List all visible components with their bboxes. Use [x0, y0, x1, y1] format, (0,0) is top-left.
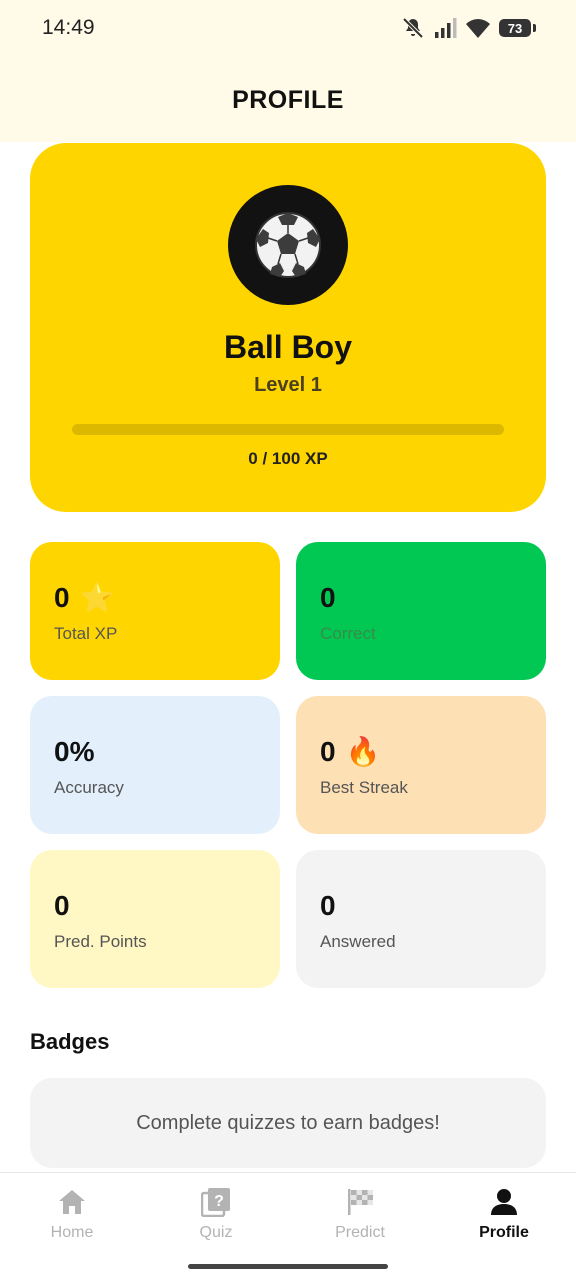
home-indicator	[188, 1264, 388, 1269]
status-bar: 14:49 73	[0, 0, 576, 60]
nav-item-profile[interactable]: Profile	[432, 1173, 576, 1253]
stat-value-text: 0%	[54, 736, 95, 767]
stat-card-total-xp: 0 ⭐ Total XP	[30, 542, 280, 680]
stat-value-text: 0	[320, 582, 336, 613]
stat-value-text: 0	[54, 582, 70, 613]
stat-value-text: 0	[54, 890, 70, 921]
stat-value: 0 ⭐	[54, 582, 114, 614]
nav-label: Profile	[479, 1224, 529, 1241]
page-title: PROFILE	[232, 86, 344, 114]
nav-label: Home	[50, 1224, 94, 1241]
stat-value: 0	[54, 890, 70, 922]
quiz-icon: ?	[201, 1188, 230, 1217]
profile-level: Level 1	[254, 374, 322, 396]
status-icons: 73	[401, 14, 536, 42]
status-time: 14:49	[42, 16, 95, 39]
stat-card-correct: 0 Correct	[296, 542, 546, 680]
nav-label: Quiz	[199, 1224, 233, 1241]
stat-value-text: 0	[320, 736, 336, 767]
stat-card-pred-points: 0 Pred. Points	[30, 850, 280, 988]
svg-text:?: ?	[214, 1193, 224, 1210]
stat-card-accuracy: 0% Accuracy	[30, 696, 280, 834]
nav-item-home[interactable]: Home	[0, 1173, 144, 1253]
battery-level: 73	[499, 19, 531, 37]
checkered-flag-icon	[348, 1189, 373, 1215]
header: PROFILE	[0, 60, 576, 142]
nav-label: Predict	[335, 1224, 385, 1241]
star-icon: ⭐	[79, 582, 115, 613]
badges-empty-state: Complete quizzes to earn badges!	[30, 1078, 546, 1168]
fire-icon: 🔥	[345, 736, 381, 767]
stat-label: Best Streak	[320, 778, 408, 797]
stat-value: 0	[320, 890, 336, 922]
profile-card: Ball Boy Level 1 0 / 100 XP	[30, 143, 546, 512]
person-icon	[491, 1189, 517, 1215]
stat-card-best-streak: 0 🔥 Best Streak	[296, 696, 546, 834]
badges-title: Badges	[30, 1029, 110, 1054]
stat-value: 0%	[54, 736, 94, 768]
signal-icon	[435, 18, 457, 38]
battery-icon	[533, 24, 536, 32]
stat-label: Correct	[320, 624, 376, 643]
stat-value: 0 🔥	[320, 736, 380, 768]
stat-label: Total XP	[54, 624, 118, 643]
stat-label: Pred. Points	[54, 932, 147, 951]
stat-value: 0	[320, 582, 336, 614]
stat-card-answered: 0 Answered	[296, 850, 546, 988]
nav-item-quiz[interactable]: ? Quiz	[144, 1173, 288, 1253]
home-icon	[59, 1190, 85, 1214]
stat-label: Accuracy	[54, 778, 124, 797]
wifi-icon	[466, 19, 490, 38]
stat-label: Answered	[320, 932, 396, 951]
xp-progress-bar	[72, 424, 504, 435]
nav-item-predict[interactable]: Predict	[288, 1173, 432, 1253]
stat-value-text: 0	[320, 890, 336, 921]
profile-name: Ball Boy	[223, 329, 353, 365]
xp-text: 0 / 100 XP	[248, 449, 328, 468]
avatar[interactable]	[228, 185, 348, 305]
soccer-ball-icon	[255, 212, 321, 278]
mute-notifications-icon	[402, 17, 424, 39]
